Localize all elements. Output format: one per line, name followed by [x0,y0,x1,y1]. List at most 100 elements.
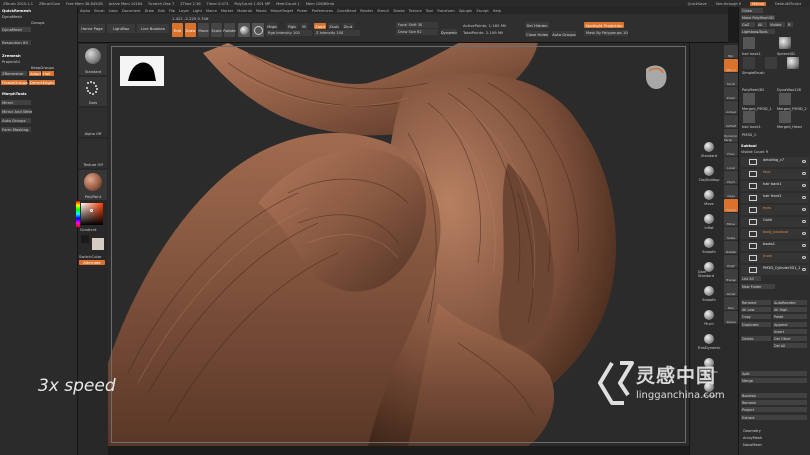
right-shelf-button[interactable]: SPix 3 [724,59,738,72]
rgb-button[interactable]: Rgb [286,23,298,29]
tool-thumb-simplebrush[interactable] [743,57,755,69]
brush-icon[interactable] [252,23,264,37]
visibility-eye-icon[interactable] [802,244,806,247]
brush-tool[interactable]: Dam Standard [698,261,720,278]
lightbox-tools-button[interactable]: Lightbox▸Tools [741,29,775,34]
zadd-button[interactable]: Zadd [314,23,326,29]
form-masking-button[interactable]: Form Masking [1,127,31,132]
goz-button[interactable]: GoZ [741,22,755,27]
paste-button[interactable]: Paste [773,314,807,319]
right-shelf-button[interactable]: Frame [724,199,738,212]
menu-item[interactable]: Stencil [377,9,389,13]
insert-button[interactable]: Insert [773,329,807,334]
color-picker[interactable] [81,203,103,225]
r-button[interactable]: R [787,22,793,27]
menu-item[interactable]: Alpha [80,9,90,13]
merge-button[interactable]: Merge [741,378,807,383]
menu-item[interactable]: Color [109,9,118,13]
close-holes-button[interactable]: Close Holes [525,31,549,37]
geometry-menu[interactable]: Geometry [743,428,761,433]
alpha-off-tile[interactable]: Alpha Off [79,108,107,137]
stroke-dots-tile[interactable]: Dots [79,77,107,106]
scale-button[interactable]: Scale [211,23,222,37]
subtool-row[interactable]: eyes [741,205,809,215]
resolution-slider[interactable]: Resolution 80 [1,40,31,45]
remesh-button[interactable]: Remesh [741,400,807,405]
menu-item[interactable]: Transform [437,9,455,13]
zcut-button[interactable]: Zcut [342,23,354,29]
tool-thumb-polymesh3d[interactable] [765,57,777,69]
half-button[interactable]: Half [42,71,54,76]
subtool-row[interactable]: trunk [741,253,809,263]
all-high-button[interactable]: All High [773,307,807,312]
brush-tool[interactable]: Smooth [698,285,720,302]
secondary-color-swatch[interactable] [81,235,89,243]
subtool-row[interactable]: Cloth [741,217,809,227]
menu-item[interactable]: Material [237,9,252,13]
right-shelf-button[interactable]: Ghost [724,283,738,296]
del-hidden-button[interactable]: Del Hidden [525,22,549,28]
visibility-eye-icon[interactable] [802,172,806,175]
right-shelf-button[interactable]: Scale [724,227,738,240]
visibility-eye-icon[interactable] [802,184,806,187]
mirror-button[interactable]: Mirror [1,100,31,105]
visibility-eye-icon[interactable] [802,256,806,259]
focal-shift-slider[interactable]: Focal Shift 30 [396,22,438,28]
brush-tool[interactable]: Move [698,189,720,206]
visibility-eye-icon[interactable] [802,208,806,211]
right-shelf-button[interactable]: Dynamic Persp [724,129,738,142]
navigation-head-icon[interactable] [646,65,667,89]
append-button[interactable]: Append [773,322,807,327]
duplicate-button[interactable]: Duplicate [741,322,771,327]
list-all-button[interactable]: List All [741,276,761,281]
right-shelf-button[interactable]: Floor [724,143,738,156]
menu-item[interactable]: Macro [206,9,217,13]
brush-tool[interactable]: Standard [698,141,720,158]
right-shelf-button[interactable]: Solo [724,297,738,310]
all-button[interactable]: All [757,22,767,27]
nanomesh-menu[interactable]: NanoMesh [743,442,762,447]
brush-tool[interactable]: Inflat [698,213,720,230]
visibility-eye-icon[interactable] [802,160,806,163]
tool-thumb-sphere3d[interactable] [779,37,791,49]
auto-groups-button[interactable]: Auto Groups [1,118,31,123]
tool-thumb-merged2[interactable] [779,93,791,105]
adapt-button[interactable]: Adapt [29,71,41,76]
titlebar-right-button[interactable]: DefaultZScript [775,2,801,6]
mask-by-polygroups-slider[interactable]: Mask By Polygroups 100 [584,30,628,36]
delete-button[interactable]: Delete [741,336,771,341]
right-shelf-button[interactable]: Zoom [724,87,738,100]
menu-item[interactable]: File [169,9,175,13]
edit-button[interactable]: Edit [172,23,183,37]
tool-thumb-dynawax[interactable] [787,57,799,69]
menu-item[interactable]: Stroke [393,9,404,13]
menu-item[interactable]: Brush [94,9,104,13]
zsub-button[interactable]: Zsub [328,23,340,29]
alternate-button[interactable]: Alternate [79,260,105,265]
groups-label[interactable]: Groups [30,20,45,25]
make-polymesh-button[interactable]: Make PolyMesh3D [741,15,775,20]
right-shelf-button[interactable]: Local [724,157,738,170]
move-button[interactable]: Move [198,23,209,37]
menu-item[interactable]: Help [493,9,501,13]
texture-off-tile[interactable]: Texture Off [79,139,107,168]
visibility-eye-icon[interactable] [802,268,806,271]
menu-item[interactable]: Preferences [312,9,333,13]
zremesher-button[interactable]: ZRemesher [1,71,27,76]
tool-thumb-merged1[interactable] [743,93,755,105]
menu-item[interactable]: Movie [256,9,267,13]
right-shelf-button[interactable]: LSym [724,171,738,184]
quickremesh-title[interactable]: QuickRemesh [1,8,31,13]
rotate-button[interactable]: Rotate [223,23,236,37]
visibility-eye-icon[interactable] [802,232,806,235]
mirror-weld-button[interactable]: Mirror And Weld [1,109,32,114]
del-other-button[interactable]: Del Other [773,336,807,341]
right-shelf-button[interactable]: Scroll [724,73,738,86]
menu-item[interactable]: MorphTarget [271,9,293,13]
live-boolean-button[interactable]: Live Boolean [137,24,169,33]
visible-button[interactable]: Visible [769,22,785,27]
primary-color-swatch[interactable] [92,238,104,250]
menu-item[interactable]: Marker [221,9,233,13]
zremesh-title[interactable]: Zremesh [1,53,21,58]
subtool-row[interactable]: body_blockout [741,229,809,239]
